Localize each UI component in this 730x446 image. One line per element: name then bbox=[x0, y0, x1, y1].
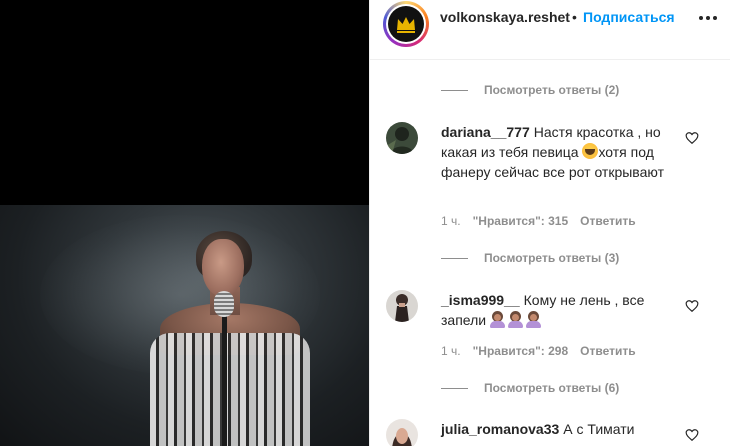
comment-text: julia_romanova33 А с Тимати bbox=[441, 419, 681, 439]
comment-body: А с Тимати bbox=[563, 421, 635, 437]
replies-divider bbox=[441, 387, 468, 389]
view-replies-label: Посмотреть ответы (2) bbox=[484, 83, 620, 97]
author-avatar[interactable] bbox=[383, 1, 429, 47]
like-heart-icon[interactable] bbox=[685, 428, 699, 442]
microphone-stand bbox=[222, 315, 227, 446]
view-replies-label: Посмотреть ответы (3) bbox=[484, 251, 620, 265]
comment-meta: 1 ч. "Нравится": 298 Ответить bbox=[441, 344, 636, 358]
view-replies-button[interactable]: Посмотреть ответы (6) bbox=[441, 380, 619, 396]
singer-dress bbox=[150, 333, 310, 446]
comment-time[interactable]: 1 ч. bbox=[441, 214, 461, 228]
post-media[interactable] bbox=[0, 0, 369, 446]
commenter-username[interactable]: julia_romanova33 bbox=[441, 421, 559, 437]
video-frame[interactable] bbox=[0, 205, 369, 446]
like-heart-icon[interactable] bbox=[685, 131, 699, 145]
follow-button[interactable]: Подписаться bbox=[583, 9, 675, 25]
replies-divider bbox=[441, 89, 468, 91]
commenter-avatar[interactable] bbox=[386, 419, 418, 446]
separator-dot: • bbox=[572, 9, 577, 25]
commenter-username[interactable]: _isma999__ bbox=[441, 292, 520, 308]
comment-likes[interactable]: "Нравится": 298 bbox=[473, 344, 569, 358]
comment-text: dariana__777 Настя красотка , но какая из… bbox=[441, 122, 681, 182]
comments-list[interactable]: Посмотреть ответы (2) dariana__777 Настя … bbox=[370, 61, 730, 446]
comment-meta: 1 ч. "Нравится": 315 Ответить bbox=[441, 214, 636, 228]
commenter-username[interactable]: dariana__777 bbox=[441, 124, 530, 140]
commenter-avatar[interactable] bbox=[386, 122, 418, 154]
commenter-avatar[interactable] bbox=[386, 290, 418, 322]
comments-panel: volkonskaya.reshet • Подписаться Посмотр… bbox=[369, 0, 730, 446]
more-options-icon[interactable] bbox=[696, 9, 720, 27]
singer-face bbox=[202, 239, 244, 297]
comment-time[interactable]: 1 ч. bbox=[441, 344, 461, 358]
person-facepalming-emoji-icon bbox=[490, 311, 505, 328]
person-facepalming-emoji-icon bbox=[508, 311, 523, 328]
replies-divider bbox=[441, 257, 468, 259]
post-header: volkonskaya.reshet • Подписаться bbox=[370, 0, 730, 60]
reply-button[interactable]: Ответить bbox=[580, 344, 635, 358]
reply-button[interactable]: Ответить bbox=[580, 214, 635, 228]
crown-logo-icon bbox=[388, 6, 424, 42]
view-replies-label: Посмотреть ответы (6) bbox=[484, 381, 620, 395]
view-replies-button[interactable]: Посмотреть ответы (3) bbox=[441, 250, 619, 266]
like-heart-icon[interactable] bbox=[685, 299, 699, 313]
microphone-icon bbox=[214, 291, 234, 317]
crying-face-emoji-icon bbox=[582, 143, 599, 159]
person-facepalming-emoji-icon bbox=[526, 311, 541, 328]
view-replies-button[interactable]: Посмотреть ответы (2) bbox=[441, 82, 619, 98]
author-username[interactable]: volkonskaya.reshet bbox=[440, 9, 570, 25]
comment-text: _isma999__ Кому не лень , все запели bbox=[441, 290, 681, 330]
comment-likes[interactable]: "Нравится": 315 bbox=[473, 214, 569, 228]
